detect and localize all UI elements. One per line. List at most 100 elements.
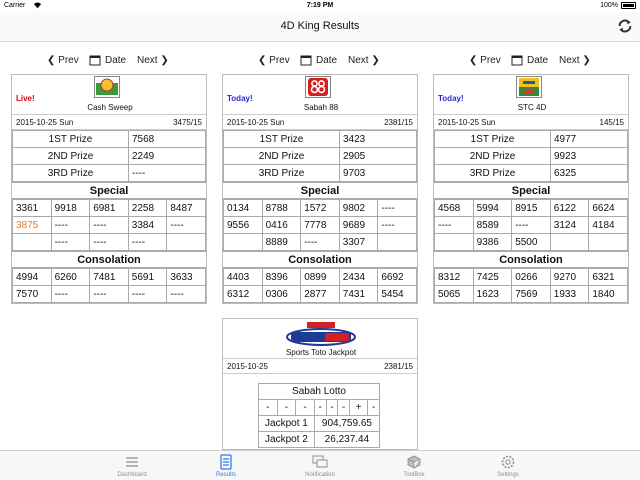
table-row: 4568 5994 8915 6122 6624 xyxy=(434,199,628,217)
table-row: 2ND Prize 2905 xyxy=(223,147,417,165)
lotto-number: - xyxy=(367,399,380,416)
prize-value: 3423 xyxy=(339,130,417,148)
lotto-number: - xyxy=(295,399,315,416)
number-cell xyxy=(223,233,263,251)
prize-value: 9923 xyxy=(550,147,628,165)
result-box: Today! Sabah 88 2015-10-25 Sun 2381/15 1… xyxy=(222,74,418,304)
number-cell: 9689 xyxy=(338,216,379,234)
prev-label: Prev xyxy=(58,55,79,66)
status-bar: Carrier 7:19 PM 100% xyxy=(0,0,640,12)
page-title: 4D King Results xyxy=(280,20,360,32)
calendar-icon[interactable] xyxy=(300,54,312,66)
tab-results[interactable]: Results xyxy=(186,451,266,480)
number-cell: 1572 xyxy=(300,199,340,217)
number-cell: ---- xyxy=(127,285,168,303)
table-row: 4403 8396 0899 2434 6692 xyxy=(223,268,417,286)
draw-number: 3475/15 xyxy=(173,118,202,127)
number-cell: 1840 xyxy=(588,285,628,303)
tab-toolbox[interactable]: ToolBox xyxy=(374,451,454,480)
refresh-icon[interactable] xyxy=(616,17,634,35)
tab-label: Notification xyxy=(305,472,335,478)
prize-label: 2ND Prize xyxy=(12,147,129,165)
prize-value: 2905 xyxy=(339,147,417,165)
date-button[interactable]: Date xyxy=(527,55,548,66)
special-heading: Special xyxy=(223,182,417,199)
lotto-number: - xyxy=(258,399,278,416)
next-button[interactable]: Next ❯ xyxy=(559,55,591,66)
status-time: 7:19 PM xyxy=(306,2,334,9)
number-cell: 2877 xyxy=(300,285,340,303)
calendar-icon[interactable] xyxy=(511,54,523,66)
number-cell xyxy=(377,233,417,251)
stc-4d-logo-icon xyxy=(516,76,542,98)
number-cell: 1623 xyxy=(472,285,513,303)
draw-info: 2015-10-25 Sun 3475/15 xyxy=(12,115,206,130)
number-cell: 2434 xyxy=(338,268,379,286)
next-button[interactable]: Next ❯ xyxy=(137,55,169,66)
number-cell: 0266 xyxy=(511,268,551,286)
lotto-number: - xyxy=(325,399,339,416)
special-table: 3361 9918 6981 2258 8487 3875 ---- ---- 3384 ---… xyxy=(12,199,206,251)
table-row: Jackpot 2 26,237.44 xyxy=(258,431,381,448)
special-table: 0134 8788 1572 9802 ---- 9556 0416 7778 9689 ---… xyxy=(223,199,417,251)
table-row: ---- 8589 ---- 3124 4184 xyxy=(434,216,628,234)
prize-value: 7568 xyxy=(128,130,206,148)
number-cell: 3633 xyxy=(166,268,206,286)
prize-label: 1ST Prize xyxy=(223,130,340,148)
number-cell: ---- xyxy=(50,285,91,303)
tab-notification[interactable]: Notification xyxy=(280,451,360,480)
draw-number: 145/15 xyxy=(599,118,624,127)
prize-label: 2ND Prize xyxy=(434,147,551,165)
calendar-icon[interactable] xyxy=(89,54,101,66)
number-cell: 5065 xyxy=(434,285,474,303)
number-cell: ---- xyxy=(89,233,129,251)
number-cell: 8915 xyxy=(511,199,551,217)
prize-value: 4977 xyxy=(550,130,628,148)
result-box: Today! STC 4D 2015-10-25 Sun 145/15 1ST … xyxy=(433,74,629,304)
number-cell: 5994 xyxy=(472,199,513,217)
number-cell: 9270 xyxy=(549,268,590,286)
number-cell: 0899 xyxy=(300,268,340,286)
number-cell: ---- xyxy=(166,216,206,234)
tab-settings[interactable]: Settings xyxy=(468,451,548,480)
live-badge: Live! xyxy=(16,94,35,103)
number-cell: 6981 xyxy=(89,199,129,217)
next-button[interactable]: Next ❯ xyxy=(348,55,380,66)
table-row: 6312 0306 2877 7431 5454 xyxy=(223,285,417,303)
card-header: Today! STC 4D xyxy=(434,75,628,115)
number-cell: 0416 xyxy=(261,216,302,234)
date-button[interactable]: Date xyxy=(105,55,126,66)
prev-button[interactable]: ❮ Prev xyxy=(469,55,501,66)
jackpot-label: Jackpot 2 xyxy=(258,431,315,448)
battery-percent: 100% xyxy=(600,2,618,9)
number-cell: 9556 xyxy=(223,216,263,234)
consolation-heading: Consolation xyxy=(12,251,206,268)
number-cell: 0306 xyxy=(261,285,302,303)
number-cell xyxy=(549,233,590,251)
number-cell: 7431 xyxy=(338,285,379,303)
table-row: 4994 6260 7481 5691 3633 xyxy=(12,268,206,286)
draw-info: 2015-10-25 2381/15 xyxy=(223,359,417,374)
tab-label: Results xyxy=(215,472,236,478)
lotto-bonus-sign: + xyxy=(348,399,369,416)
table-row: 3RD Prize 6325 xyxy=(434,164,628,182)
number-cell: 3361 xyxy=(12,199,52,217)
number-cell: 7481 xyxy=(89,268,129,286)
draw-date: 2015-10-25 Sun xyxy=(16,118,74,127)
navigation-bar: 4D King Results xyxy=(0,12,640,42)
consolation-table: 8312 7425 0266 9270 6321 5065 1623 7569 1933 184… xyxy=(434,268,628,303)
prize-value: 9703 xyxy=(339,164,417,182)
prize-table: 1ST Prize 7568 2ND Prize 2249 3RD Prize ---… xyxy=(12,130,206,182)
battery-icon xyxy=(621,2,636,9)
draw-number: 2381/15 xyxy=(384,118,413,127)
tab-label: Dashboard xyxy=(117,472,147,478)
list-icon xyxy=(126,457,138,467)
draw-number: 2381/15 xyxy=(384,362,413,371)
table-row: 3361 9918 6981 2258 8487 xyxy=(12,199,206,217)
date-button[interactable]: Date xyxy=(316,55,337,66)
prev-button[interactable]: ❮ Prev xyxy=(47,55,79,66)
prev-button[interactable]: ❮ Prev xyxy=(258,55,290,66)
tab-dashboard[interactable]: Dashboard xyxy=(92,451,172,480)
prize-label: 2ND Prize xyxy=(223,147,340,165)
consolation-table: 4403 8396 0899 2434 6692 6312 0306 2877 7431 545… xyxy=(223,268,417,303)
